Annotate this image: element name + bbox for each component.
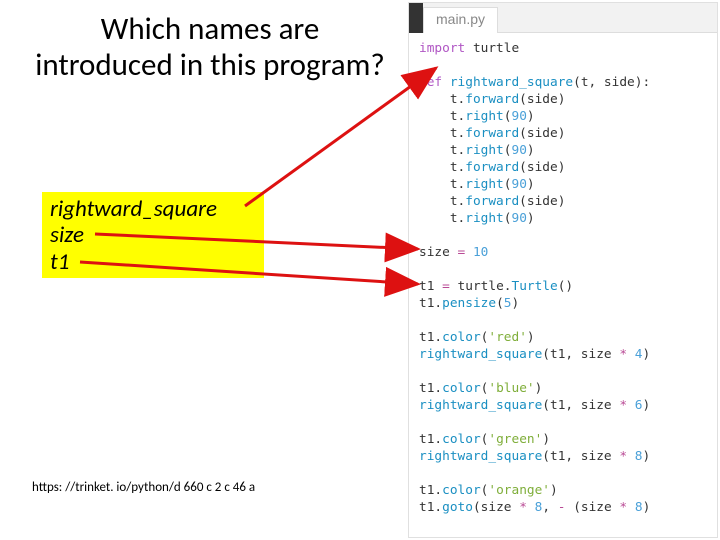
kw-import: import bbox=[419, 41, 465, 56]
editor-tab-bar: main.py bbox=[409, 3, 717, 33]
source-url: https: //trinket. io/python/d 660 c 2 c … bbox=[32, 480, 255, 495]
question-pane: Which names are introduced in this progr… bbox=[0, 0, 408, 540]
assign-size: size bbox=[419, 245, 458, 260]
editor-tab-main[interactable]: main.py bbox=[423, 7, 498, 33]
mod-turtle: turtle bbox=[465, 41, 519, 56]
tab-dark-edge bbox=[409, 3, 423, 33]
name-rightward-square: rightward_square bbox=[50, 196, 256, 222]
names-highlight-box: rightward_square size t1 bbox=[42, 192, 264, 278]
def-name: rightward_square bbox=[450, 75, 573, 90]
name-size: size bbox=[50, 222, 256, 248]
assign-t1: t1 bbox=[419, 279, 442, 294]
code-editor: main.py import turtle def rightward_squa… bbox=[408, 2, 718, 538]
kw-def: def bbox=[419, 75, 450, 90]
code-area: import turtle def rightward_square(t, si… bbox=[409, 33, 717, 516]
question-title: Which names are introduced in this progr… bbox=[30, 12, 390, 83]
name-t1: t1 bbox=[50, 249, 256, 275]
